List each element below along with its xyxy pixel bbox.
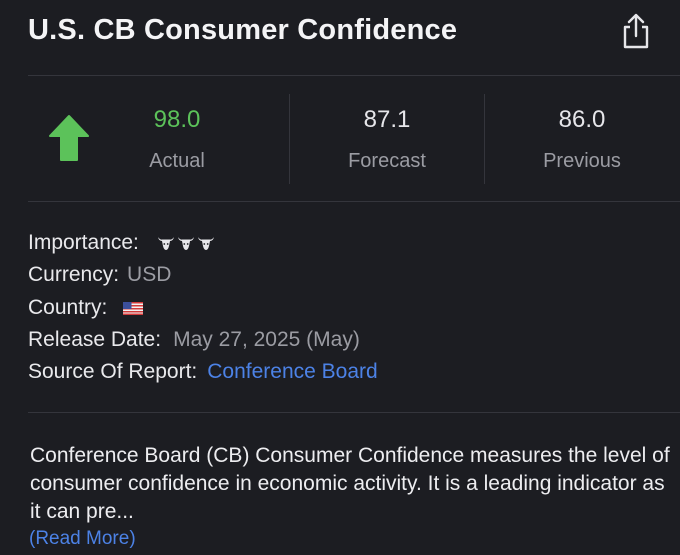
forecast-stat: 87.1 Forecast	[322, 92, 452, 184]
country-label: Country:	[28, 296, 108, 319]
release-date-row: Release Date: May 27, 2025 (May)	[28, 328, 360, 352]
previous-label: Previous	[543, 150, 621, 172]
importance-row: Importance:	[28, 231, 215, 255]
country-row: Country:	[28, 296, 144, 320]
importance-rating	[157, 235, 215, 251]
arrow-up-icon	[49, 115, 89, 161]
stats-divider	[28, 201, 680, 202]
header-divider	[28, 75, 680, 76]
stat-separator	[289, 94, 290, 184]
us-flag-icon	[123, 302, 144, 315]
importance-label: Importance:	[28, 231, 139, 254]
bull-icon	[197, 237, 214, 250]
bull-icon	[177, 237, 194, 250]
details-divider	[28, 412, 680, 413]
currency-row: Currency: USD	[28, 263, 171, 287]
previous-value: 86.0	[558, 106, 606, 133]
forecast-value: 87.1	[363, 106, 411, 133]
release-date-label: Release Date:	[28, 328, 162, 351]
description-text: Conference Board (CB) Consumer Confidenc…	[30, 444, 670, 523]
previous-stat: 86.0 Previous	[517, 92, 647, 184]
actual-label: Actual	[149, 150, 205, 172]
forecast-label: Forecast	[348, 150, 426, 172]
actual-stat: 98.0 Actual	[112, 92, 242, 184]
release-date-value: May 27, 2025 (May)	[173, 328, 360, 351]
share-icon[interactable]	[618, 12, 654, 50]
currency-value: USD	[127, 263, 172, 286]
read-more-link[interactable]: (Read More)	[29, 528, 136, 550]
page-title: U.S. CB Consumer Confidence	[28, 14, 458, 46]
currency-label: Currency:	[28, 263, 120, 286]
source-row: Source Of Report: Conference Board	[28, 360, 378, 384]
source-label: Source Of Report:	[28, 360, 198, 383]
bull-icon	[157, 237, 174, 250]
source-link[interactable]: Conference Board	[207, 360, 377, 383]
stat-separator	[484, 94, 485, 184]
actual-value: 98.0	[153, 106, 201, 133]
